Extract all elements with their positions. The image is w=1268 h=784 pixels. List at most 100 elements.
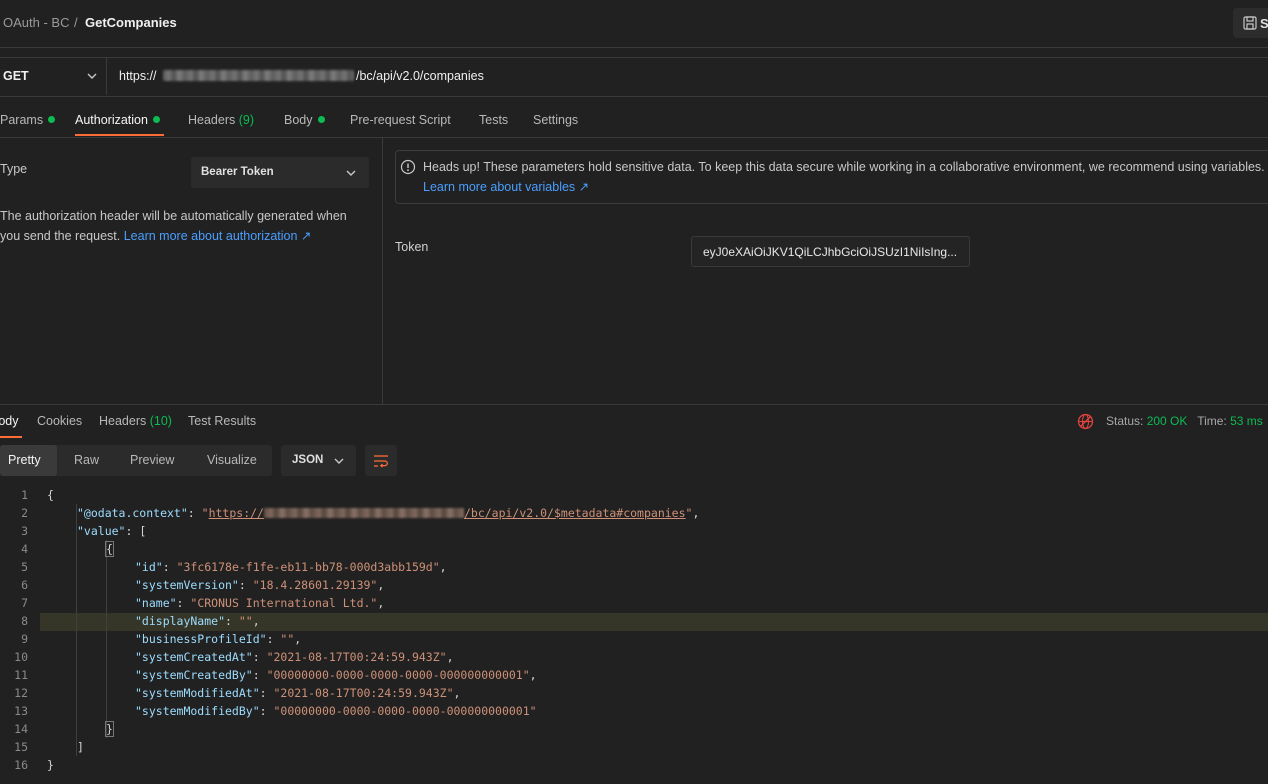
chevron-down-icon[interactable] <box>86 70 98 82</box>
line-number: 3 <box>21 524 28 538</box>
learn-more-variables-link[interactable]: Learn more about variables ↗ <box>423 179 589 194</box>
json-key: "systemModifiedBy" <box>135 704 260 718</box>
auth-description-line1: The authorization header will be automat… <box>0 209 347 223</box>
code-line-10[interactable]: "systemCreatedAt": "2021-08-17T00:24:59.… <box>135 650 454 664</box>
context-url-suffix[interactable]: /bc/api/v2.0/$metadata#companies <box>464 506 686 520</box>
tab-headers[interactable]: Headers (9) <box>188 113 254 127</box>
format-select[interactable]: JSON <box>281 445 356 476</box>
breadcrumb-parent[interactable]: OAuth - BC <box>3 15 69 30</box>
json-key: "businessProfileId" <box>135 632 267 646</box>
tab-headers-label: Headers <box>188 113 236 127</box>
line-number: 6 <box>21 578 28 592</box>
tab-authorization[interactable]: Authorization <box>75 113 160 127</box>
auth-type-value: Bearer Token <box>201 166 274 178</box>
json-key: "systemModifiedAt" <box>135 686 260 700</box>
line-number: 9 <box>21 632 28 646</box>
json-value: "CRONUS International Ltd." <box>190 596 378 610</box>
tab-body-label: Body <box>284 113 313 127</box>
globe-icon[interactable] <box>1077 413 1094 430</box>
line-number: 16 <box>14 758 28 772</box>
divider <box>0 404 1268 405</box>
code-line-1[interactable]: { <box>47 488 54 502</box>
status-value[interactable]: 200 OK <box>1147 414 1188 428</box>
code-line-3[interactable]: "value": [ <box>77 524 146 538</box>
time-value[interactable]: 53 ms <box>1230 414 1263 428</box>
tab-pre-request-script[interactable]: Pre-request Script <box>350 113 451 127</box>
json-value: "" <box>238 614 253 628</box>
line-number: 14 <box>14 722 28 736</box>
status-label: Status: <box>1106 414 1144 428</box>
json-key: "systemCreatedBy" <box>135 668 253 682</box>
json-value: "3fc6178e-f1fe-eb11-bb78-000d3abb159d" <box>176 560 440 574</box>
url-input-path[interactable]: /bc/api/v2.0/companies <box>356 69 484 83</box>
response-tab-body[interactable]: Body <box>0 414 19 428</box>
auth-description-line2: you send the request. <box>0 229 121 243</box>
time-label: Time: <box>1197 414 1227 428</box>
tab-params[interactable]: Params <box>0 113 56 127</box>
json-value: "00000000-0000-0000-0000-000000000001" <box>266 668 530 682</box>
json-value: "00000000-0000-0000-0000-000000000001" <box>273 704 537 718</box>
auth-description: The authorization header will be automat… <box>0 206 365 246</box>
tab-authorization-label: Authorization <box>75 113 148 127</box>
line-number: 13 <box>14 704 28 718</box>
view-visualize-button[interactable]: Visualize <box>207 453 257 467</box>
top-bar <box>0 0 1268 48</box>
code-line-13[interactable]: "systemModifiedBy": "00000000-0000-0000-… <box>135 704 537 718</box>
panel-divider <box>382 138 383 404</box>
line-number: 8 <box>21 614 28 628</box>
json-value: "2021-08-17T00:24:59.943Z" <box>273 686 454 700</box>
view-raw-button[interactable]: Raw <box>74 453 99 467</box>
status-dot <box>317 116 325 123</box>
breadcrumb-separator: / <box>74 15 78 30</box>
tab-settings[interactable]: Settings <box>533 113 578 127</box>
save-button[interactable]: S <box>1233 8 1268 38</box>
page-title[interactable]: GetCompanies <box>85 15 177 30</box>
json-comma: , <box>529 668 537 682</box>
tab-params-label: Params <box>0 113 44 127</box>
code-line-9[interactable]: "businessProfileId": "", <box>135 632 301 646</box>
view-pretty-button[interactable]: Pretty <box>8 453 41 467</box>
code-line-8[interactable]: "displayName": "", <box>135 614 260 628</box>
line-number: 15 <box>14 740 28 754</box>
tab-tests[interactable]: Tests <box>479 113 508 127</box>
status-dot <box>152 116 160 123</box>
response-tab-cookies[interactable]: Cookies <box>37 414 82 428</box>
code-line-15[interactable]: ] <box>77 740 84 754</box>
code-line-12[interactable]: "systemModifiedAt": "2021-08-17T00:24:59… <box>135 686 460 700</box>
code-line-4[interactable]: { <box>105 541 114 557</box>
token-label: Token <box>395 240 429 254</box>
json-comma: , <box>453 686 461 700</box>
wrap-lines-button[interactable] <box>365 445 397 476</box>
auth-type-label: Type <box>0 162 28 176</box>
context-url-prefix[interactable]: https:// <box>209 506 264 520</box>
code-line-5[interactable]: "id": "3fc6178e-f1fe-eb11-bb78-000d3abb1… <box>135 560 447 574</box>
line-number: 2 <box>21 506 28 520</box>
divider <box>106 58 107 95</box>
code-line-11[interactable]: "systemCreatedBy": "00000000-0000-0000-0… <box>135 668 537 682</box>
view-preview-button[interactable]: Preview <box>130 453 174 467</box>
status-dot <box>48 116 56 123</box>
response-tab-headers[interactable]: Headers (10) <box>99 414 172 428</box>
json-value: "18.4.28601.29139" <box>252 578 378 592</box>
format-value: JSON <box>292 454 324 466</box>
response-tab-test-results[interactable]: Test Results <box>188 414 256 428</box>
auth-type-select[interactable]: Bearer Token <box>191 157 369 188</box>
tab-body[interactable]: Body <box>284 113 325 127</box>
notice-text: Heads up! These parameters hold sensitiv… <box>423 160 1265 174</box>
response-status: Status: 200 OK Time: 53 ms <box>1106 414 1263 428</box>
url-input-prefix[interactable]: https:// <box>119 69 157 83</box>
code-line-14[interactable]: } <box>105 721 114 737</box>
learn-more-authorization-link[interactable]: Learn more about authorization ↗ <box>124 229 312 243</box>
json-comma: , <box>377 596 385 610</box>
method-select[interactable]: GET <box>3 69 29 83</box>
code-line-16[interactable]: } <box>47 758 54 772</box>
code-line-2[interactable]: "@odata.context": "https:///bc/api/v2.0/… <box>77 506 699 520</box>
code-line-7[interactable]: "name": "CRONUS International Ltd.", <box>135 596 384 610</box>
token-field[interactable]: eyJ0eXAiOiJKV1QiLCJhbGciOiJSUzI1NiIsIng.… <box>691 236 970 267</box>
code-line-6[interactable]: "systemVersion": "18.4.28601.29139", <box>135 578 384 592</box>
json-key: "id" <box>135 560 163 574</box>
json-key: "@odata.context" <box>77 506 188 520</box>
line-number: 12 <box>14 686 28 700</box>
redacted-host <box>263 508 464 518</box>
json-key: "value" <box>77 524 126 538</box>
